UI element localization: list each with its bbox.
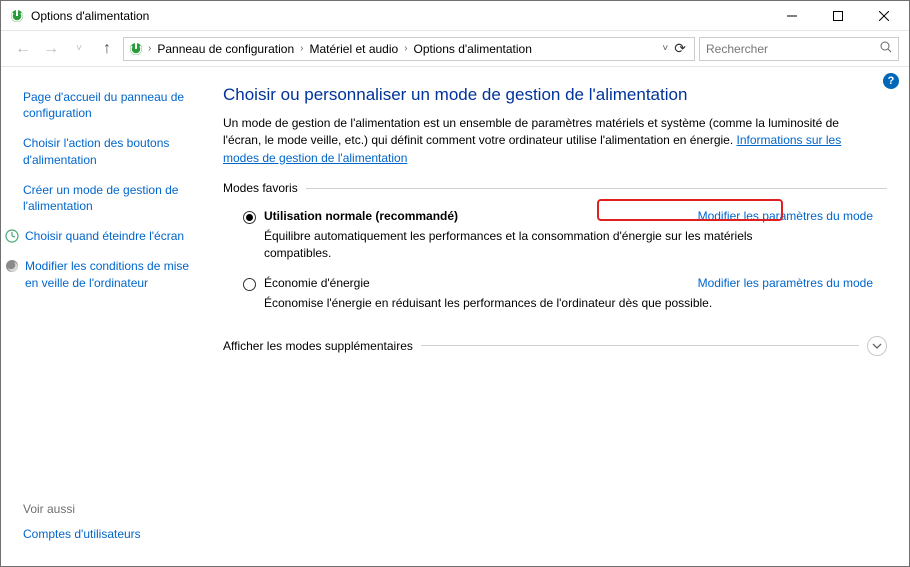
plan-radio[interactable]	[243, 211, 256, 224]
group-header-preferred: Modes favoris	[223, 181, 887, 195]
additional-plans-group: Afficher les modes supplémentaires	[223, 336, 887, 356]
breadcrumb-item[interactable]: Matériel et audio	[305, 40, 402, 58]
sidebar-link-screen-off[interactable]: Choisir quand éteindre l'écran	[5, 228, 195, 244]
search-placeholder: Rechercher	[706, 42, 880, 56]
main-content: ? Choisir ou personnaliser un mode de ge…	[205, 67, 909, 566]
group-header-additional[interactable]: Afficher les modes supplémentaires	[223, 336, 887, 356]
breadcrumb-item[interactable]: Options d'alimentation	[410, 40, 536, 58]
sidebar-link-button-action[interactable]: Choisir l'action des boutons d'alimentat…	[23, 135, 195, 167]
chevron-right-icon[interactable]: ›	[300, 43, 303, 54]
change-plan-settings-link[interactable]: Modifier les paramètres du mode	[698, 276, 873, 290]
window-controls	[769, 1, 907, 30]
see-also-label: Voir aussi	[23, 502, 195, 516]
navigation-bar: ← → ˅ ↑ › Panneau de configuration › Mat…	[1, 31, 909, 67]
power-options-icon	[9, 8, 25, 24]
plan-name[interactable]: Économie d'énergie	[264, 276, 370, 290]
divider	[421, 345, 859, 346]
refresh-button[interactable]: ⟳	[672, 38, 688, 59]
sleep-icon	[5, 259, 19, 273]
content-body: Page d'accueil du panneau de configurati…	[1, 67, 909, 566]
recent-locations-button[interactable]: ˅	[67, 37, 91, 61]
sidebar-link-user-accounts[interactable]: Comptes d'utilisateurs	[23, 526, 195, 542]
maximize-button[interactable]	[815, 1, 861, 30]
title-bar: Options d'alimentation	[1, 1, 909, 31]
sidebar-link-sleep-conditions[interactable]: Modifier les conditions de mise en veill…	[5, 258, 195, 290]
page-heading: Choisir ou personnaliser un mode de gest…	[223, 85, 887, 105]
change-plan-settings-link[interactable]: Modifier les paramètres du mode	[698, 209, 873, 223]
close-button[interactable]	[861, 1, 907, 30]
preferred-plans-group: Modes favoris Utilisation normale (recom…	[223, 181, 887, 321]
group-label: Modes favoris	[223, 181, 306, 195]
sidebar-link-create-plan[interactable]: Créer un mode de gestion de l'alimentati…	[23, 182, 195, 214]
window-frame: Options d'alimentation ← → ˅ ↑ › Panneau…	[0, 0, 910, 567]
plan-radio[interactable]	[243, 278, 256, 291]
address-dropdown-button[interactable]: ˅	[660, 41, 670, 56]
expand-button[interactable]	[867, 336, 887, 356]
sidebar: Page d'accueil du panneau de configurati…	[1, 67, 205, 566]
chevron-right-icon[interactable]: ›	[404, 43, 407, 54]
sidebar-link-home[interactable]: Page d'accueil du panneau de configurati…	[23, 89, 195, 121]
forward-button[interactable]: →	[39, 37, 63, 61]
group-label: Afficher les modes supplémentaires	[223, 339, 421, 353]
up-button[interactable]: ↑	[95, 37, 119, 61]
back-button[interactable]: ←	[11, 37, 35, 61]
divider	[306, 188, 887, 189]
intro-text: Un mode de gestion de l'alimentation est…	[223, 115, 863, 167]
plan-description: Équilibre automatiquement les performanc…	[243, 224, 803, 262]
plan-description: Économise l'énergie en réduisant les per…	[243, 291, 803, 312]
power-options-icon	[128, 41, 144, 57]
sidebar-item-label: Modifier les conditions de mise en veill…	[25, 258, 195, 290]
power-plan: Économie d'énergie Modifier les paramètr…	[223, 272, 887, 322]
clock-icon	[5, 229, 19, 243]
search-box[interactable]: Rechercher	[699, 37, 899, 61]
search-icon	[880, 41, 892, 56]
chevron-right-icon[interactable]: ›	[148, 43, 151, 54]
sidebar-item-label: Choisir quand éteindre l'écran	[25, 228, 184, 244]
window-title: Options d'alimentation	[31, 9, 769, 23]
power-plan: Utilisation normale (recommandé) Modifie…	[223, 205, 887, 272]
breadcrumb-item[interactable]: Panneau de configuration	[153, 40, 298, 58]
help-icon[interactable]: ?	[883, 73, 899, 89]
plan-name[interactable]: Utilisation normale (recommandé)	[264, 209, 458, 223]
minimize-button[interactable]	[769, 1, 815, 30]
address-bar[interactable]: › Panneau de configuration › Matériel et…	[123, 37, 695, 61]
